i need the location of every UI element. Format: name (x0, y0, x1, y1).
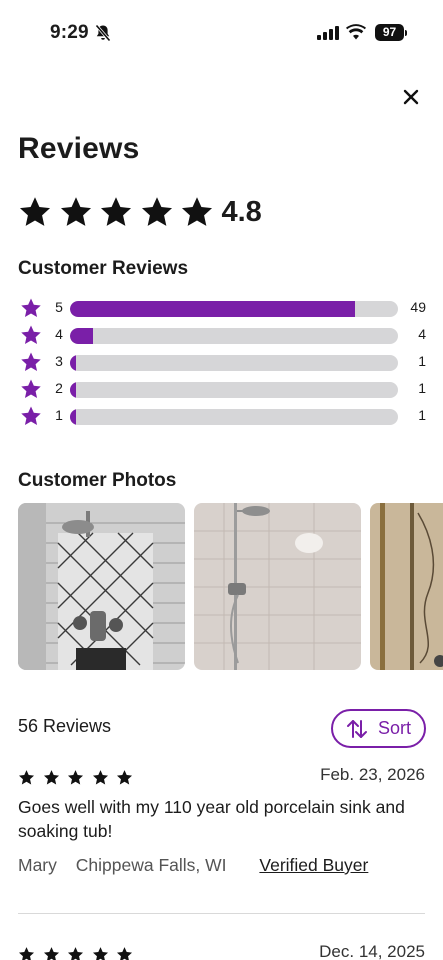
star-icon (116, 770, 133, 785)
star-icon (100, 197, 132, 226)
rating-count: 1 (418, 407, 426, 423)
star-icon (92, 770, 108, 785)
customer-photos-heading: Customer Photos (18, 470, 177, 491)
wifi-icon (346, 24, 366, 40)
overall-stars (18, 195, 221, 229)
overall-rating-value: 4.8 (221, 195, 262, 228)
review-divider (18, 913, 425, 914)
rating-bar-track (70, 409, 398, 425)
rating-count: 4 (418, 326, 426, 342)
review-stars (18, 769, 141, 786)
reviews-count: 56 Reviews (18, 716, 112, 736)
rating-level: 4 (55, 326, 63, 342)
rating-row-5[interactable]: 5 49 (18, 294, 430, 321)
review-meta: Mary Chippewa Falls, WI Verified Buyer (18, 855, 368, 876)
review-date: Feb. 23, 2026 (320, 765, 425, 784)
status-bar: 9:29 97 (0, 0, 443, 66)
bell-slash-icon (95, 24, 111, 42)
sort-arrows-icon (346, 719, 367, 738)
review-location: Chippewa Falls, WI (75, 855, 227, 875)
customer-photo-1[interactable] (18, 503, 185, 670)
star-icon (43, 947, 59, 960)
customer-photo-3[interactable] (370, 503, 443, 670)
review-date: Dec. 14, 2025 (319, 942, 425, 960)
customer-reviews-heading: Customer Reviews (18, 258, 189, 279)
rating-bar-fill (70, 409, 76, 425)
sort-label: Sort (377, 718, 411, 738)
star-icon (60, 197, 91, 226)
rating-bar-track (70, 355, 398, 371)
customer-photos-carousel[interactable] (18, 503, 443, 671)
customer-photo-2[interactable] (194, 503, 361, 670)
rating-level: 2 (55, 380, 63, 396)
rating-level: 3 (55, 353, 63, 369)
page-title: Reviews (18, 132, 140, 165)
rating-row-2[interactable]: 21 (18, 375, 430, 402)
rating-bar-track (70, 328, 398, 344)
rating-row-3[interactable]: 31 (18, 348, 430, 375)
rating-bar-track (70, 301, 398, 317)
battery-tip (405, 30, 407, 36)
close-icon[interactable] (398, 84, 424, 110)
star-icon (181, 197, 213, 226)
rating-bar-fill (70, 328, 93, 344)
star-icon (18, 770, 35, 785)
rating-row-4[interactable]: 44 (18, 321, 430, 348)
review-stars (18, 946, 141, 960)
star-icon (92, 947, 108, 960)
cellular-signal-icon (317, 26, 339, 40)
star-icon (21, 298, 41, 317)
verified-buyer-link[interactable]: Verified Buyer (259, 855, 368, 875)
star-icon (21, 379, 41, 398)
star-icon (43, 770, 59, 785)
sort-button[interactable]: Sort (331, 709, 426, 748)
rating-count: 1 (418, 380, 426, 396)
rating-level: 5 (55, 299, 63, 315)
rating-count: 1 (418, 353, 426, 369)
star-icon (19, 197, 51, 226)
star-icon (116, 947, 133, 960)
rating-bar-fill (70, 382, 76, 398)
status-time: 9:29 (50, 22, 89, 43)
rating-bar-fill (70, 355, 76, 371)
star-icon (67, 947, 84, 960)
rating-bar-track (70, 382, 398, 398)
star-icon (141, 197, 172, 226)
star-icon (21, 325, 41, 344)
review-text: Goes well with my 110 year old porcelain… (18, 797, 405, 841)
rating-bar-fill (70, 301, 356, 317)
star-icon (21, 352, 41, 371)
battery-indicator: 97 (375, 24, 404, 41)
rating-row-1[interactable]: 11 (18, 402, 430, 429)
rating-breakdown: 5 49 4 4 3 1 2 1 1 1 (18, 294, 430, 429)
rating-level: 1 (55, 407, 63, 423)
overall-rating: 4.8 (18, 192, 262, 232)
star-icon (21, 406, 41, 425)
rating-count: 49 (410, 299, 426, 315)
review-author: Mary (18, 855, 57, 875)
star-icon (18, 947, 35, 960)
star-icon (67, 770, 84, 785)
